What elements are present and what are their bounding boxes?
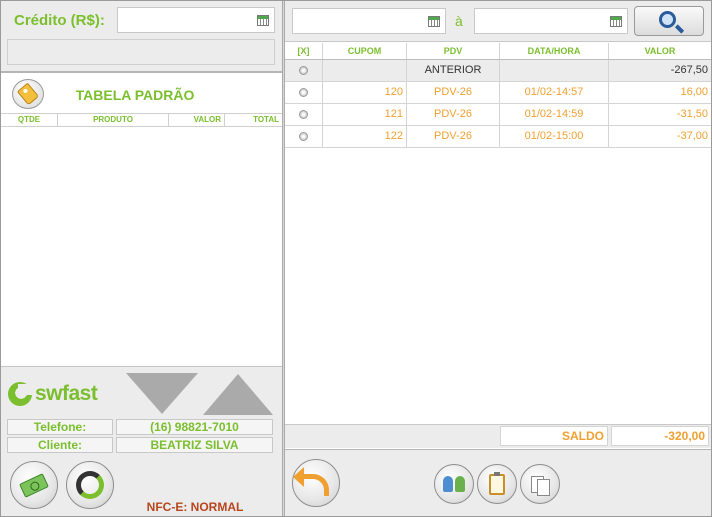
column-header-qtde: QTDE (1, 114, 58, 126)
radio-icon[interactable] (299, 87, 308, 97)
radio-icon[interactable] (299, 109, 308, 119)
cell-valor: -37,00 (676, 130, 708, 142)
cell-pdv: ANTERIOR (407, 60, 500, 81)
cell-valor: -31,50 (676, 108, 708, 120)
saldo-label: SALDO (500, 426, 608, 446)
table-row[interactable]: ANTERIOR -267,50 (285, 60, 711, 82)
date-range-separator: à (455, 13, 463, 29)
back-button[interactable] (292, 459, 340, 507)
cell-pdv: PDV-26 (407, 82, 500, 103)
cell-valor: 16,00 (680, 86, 708, 98)
copy-button[interactable] (520, 464, 560, 504)
customers-button[interactable] (434, 464, 474, 504)
users-icon (443, 476, 453, 492)
nfce-status: NFC-E: NORMAL (146, 500, 244, 514)
row-select[interactable] (285, 82, 323, 103)
logo-text: swfast (35, 382, 98, 405)
coupon-grid: [X] CUPOM PDV DATA/HORA VALOR ANTERIOR -… (285, 43, 711, 148)
price-table-title: TABELA PADRÃO (75, 87, 195, 103)
sync-button[interactable] (66, 461, 114, 509)
calendar-icon[interactable] (428, 16, 440, 27)
row-select[interactable] (285, 60, 323, 81)
table-row[interactable]: 122 PDV-26 01/02-15:00 -37,00 (285, 126, 711, 148)
scroll-down-button[interactable] (126, 373, 198, 414)
row-select[interactable] (285, 126, 323, 147)
calendar-icon[interactable] (610, 16, 622, 27)
date-from-input[interactable] (292, 8, 446, 34)
cell-cupom (323, 60, 407, 81)
price-tag-icon (16, 82, 40, 106)
date-to-input[interactable] (474, 8, 628, 34)
client-label: Cliente: (7, 437, 113, 453)
brand-logo: swfast (8, 380, 108, 408)
table-row[interactable]: 120 PDV-26 01/02-14:57 16,00 (285, 82, 711, 104)
sync-icon (76, 471, 104, 499)
search-button[interactable] (634, 6, 704, 36)
phone-value: (16) 98821-7010 (116, 419, 273, 435)
price-tag-button[interactable] (12, 79, 44, 109)
logo-mark-icon (8, 382, 32, 406)
column-header-valor: VALOR (169, 114, 225, 126)
credit-label: Crédito (R$): (14, 12, 105, 29)
column-header-valor[interactable]: VALOR (609, 43, 711, 59)
scroll-up-button[interactable] (203, 374, 273, 415)
grid-empty-area (285, 148, 711, 424)
back-arrow-icon (293, 467, 329, 496)
column-header-select[interactable]: [X] (285, 43, 323, 59)
copy-icon (536, 478, 550, 496)
cell-valor: -267,50 (670, 64, 708, 76)
cell-pdv: PDV-26 (407, 104, 500, 125)
client-value: BEATRIZ SILVA (116, 437, 273, 453)
cash-icon (19, 472, 49, 498)
report-button[interactable] (477, 464, 517, 504)
clipboard-icon (489, 471, 505, 495)
saldo-value: -320,00 (611, 426, 709, 446)
cell-datetime: 01/02-14:59 (500, 104, 609, 125)
credit-input[interactable] (117, 7, 275, 33)
radio-icon[interactable] (299, 65, 308, 75)
cell-cupom: 122 (323, 126, 407, 147)
radio-icon[interactable] (299, 131, 308, 141)
cell-datetime: 01/02-15:00 (500, 126, 609, 147)
row-select[interactable] (285, 104, 323, 125)
items-table-body[interactable] (1, 127, 282, 365)
calculator-icon[interactable] (257, 15, 269, 26)
cell-pdv: PDV-26 (407, 126, 500, 147)
items-table-header: QTDE PRODUTO VALOR TOTAL (1, 113, 282, 127)
users-icon (455, 476, 465, 492)
payment-button[interactable] (10, 461, 58, 509)
column-header-cupom[interactable]: CUPOM (323, 43, 407, 59)
magnifier-icon (658, 10, 676, 28)
cell-cupom: 121 (323, 104, 407, 125)
column-header-total: TOTAL (253, 115, 279, 124)
credit-note-field[interactable] (7, 39, 275, 65)
column-header-datetime[interactable]: DATA/HORA (500, 43, 609, 59)
phone-label: Telefone: (7, 419, 113, 435)
column-header-produto: PRODUTO (58, 114, 169, 126)
table-row[interactable]: 121 PDV-26 01/02-14:59 -31,50 (285, 104, 711, 126)
cell-datetime (500, 60, 609, 81)
grid-header: [X] CUPOM PDV DATA/HORA VALOR (285, 43, 711, 60)
cell-cupom: 120 (323, 82, 407, 103)
cell-datetime: 01/02-14:57 (500, 82, 609, 103)
column-header-pdv[interactable]: PDV (407, 43, 500, 59)
